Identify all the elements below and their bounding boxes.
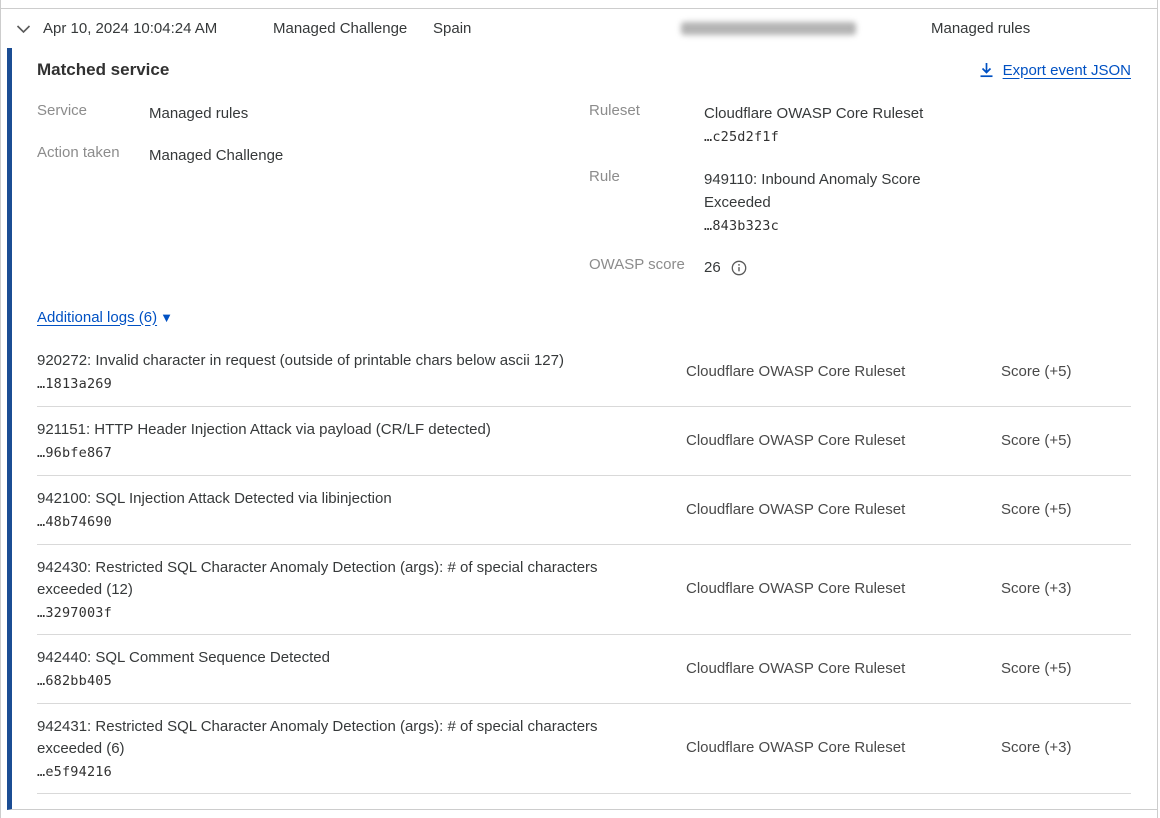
log-ruleset-name: Cloudflare OWASP Core Ruleset bbox=[686, 501, 1001, 518]
field-rule-label: Rule bbox=[589, 168, 704, 238]
caret-down-icon: ▼ bbox=[160, 310, 173, 325]
log-score: Score (+3) bbox=[1001, 580, 1131, 597]
log-rule-hash: …682bb405 bbox=[37, 673, 646, 689]
event-action: Managed Challenge bbox=[273, 20, 433, 37]
log-row: 920272: Invalid character in request (ou… bbox=[37, 338, 1131, 407]
firewall-event-container: Apr 10, 2024 10:04:24 AM Managed Challen… bbox=[0, 0, 1158, 818]
field-ruleset-label: Ruleset bbox=[589, 102, 704, 149]
field-rule: Rule 949110: Inbound Anomaly Score Excee… bbox=[589, 168, 1131, 238]
export-event-json-label: Export event JSON bbox=[1003, 62, 1131, 79]
log-rule-description: 921151: HTTP Header Injection Attack via… bbox=[37, 419, 637, 442]
field-owasp-score: OWASP score 26 bbox=[589, 256, 1131, 279]
field-rule-value: 949110: Inbound Anomaly Score Exceeded …… bbox=[704, 168, 954, 238]
event-service: Managed rules bbox=[931, 20, 1030, 37]
field-service-value: Managed rules bbox=[149, 102, 248, 125]
field-action-taken-label: Action taken bbox=[37, 144, 149, 167]
event-country: Spain bbox=[433, 20, 681, 37]
log-row: 942100: SQL Injection Attack Detected vi… bbox=[37, 476, 1131, 545]
rule-hash: …843b323c bbox=[704, 218, 779, 234]
field-service: Service Managed rules bbox=[37, 102, 589, 125]
log-row: 942430: Restricted SQL Character Anomaly… bbox=[37, 545, 1131, 635]
field-owasp-score-label: OWASP score bbox=[589, 256, 704, 279]
log-rule-hash: …e5f94216 bbox=[37, 764, 646, 780]
redacted-blur bbox=[681, 22, 856, 35]
chevron-down-icon bbox=[16, 24, 31, 34]
field-action-taken: Action taken Managed Challenge bbox=[37, 144, 589, 167]
log-ruleset-name: Cloudflare OWASP Core Ruleset bbox=[686, 739, 1001, 756]
additional-logs-label: Additional logs (6) bbox=[37, 309, 157, 326]
field-service-label: Service bbox=[37, 102, 149, 125]
additional-logs-table: 920272: Invalid character in request (ou… bbox=[37, 338, 1131, 794]
panel-title: Matched service bbox=[37, 60, 169, 80]
event-detail-panel: Matched service Export event JSON Servic… bbox=[7, 48, 1157, 810]
log-ruleset-name: Cloudflare OWASP Core Ruleset bbox=[686, 363, 1001, 380]
ruleset-hash: …c25d2f1f bbox=[704, 129, 779, 145]
log-row: 942431: Restricted SQL Character Anomaly… bbox=[37, 704, 1131, 794]
field-owasp-score-value: 26 bbox=[704, 256, 747, 279]
log-rule-description: 942430: Restricted SQL Character Anomaly… bbox=[37, 557, 637, 602]
log-score: Score (+5) bbox=[1001, 432, 1131, 449]
log-ruleset-name: Cloudflare OWASP Core Ruleset bbox=[686, 660, 1001, 677]
expand-collapse-toggle[interactable] bbox=[1, 24, 43, 34]
log-row: 921151: HTTP Header Injection Attack via… bbox=[37, 407, 1131, 476]
log-rule-description: 942100: SQL Injection Attack Detected vi… bbox=[37, 488, 637, 511]
log-rule-hash: …96bfe867 bbox=[37, 445, 646, 461]
log-ruleset-name: Cloudflare OWASP Core Ruleset bbox=[686, 432, 1001, 449]
log-row: 942440: SQL Comment Sequence Detected …6… bbox=[37, 635, 1131, 704]
log-ruleset-name: Cloudflare OWASP Core Ruleset bbox=[686, 580, 1001, 597]
log-rule-hash: …48b74690 bbox=[37, 514, 646, 530]
log-rule-description: 920272: Invalid character in request (ou… bbox=[37, 350, 637, 373]
log-rule-hash: …3297003f bbox=[37, 605, 646, 621]
log-rule-description: 942440: SQL Comment Sequence Detected bbox=[37, 647, 637, 670]
info-icon[interactable] bbox=[731, 259, 747, 276]
matched-service-left-fields: Service Managed rules Action taken Manag… bbox=[37, 102, 589, 299]
log-rule-description: 942431: Restricted SQL Character Anomaly… bbox=[37, 716, 637, 761]
rule-name: 949110: Inbound Anomaly Score Exceeded bbox=[704, 171, 921, 211]
ruleset-name: Cloudflare OWASP Core Ruleset bbox=[704, 105, 923, 122]
log-score: Score (+3) bbox=[1001, 739, 1131, 756]
log-score: Score (+5) bbox=[1001, 501, 1131, 518]
event-redacted-host bbox=[681, 22, 859, 35]
matched-service-right-fields: Ruleset Cloudflare OWASP Core Ruleset …c… bbox=[589, 102, 1131, 299]
log-score: Score (+5) bbox=[1001, 660, 1131, 677]
log-score: Score (+5) bbox=[1001, 363, 1131, 380]
field-ruleset: Ruleset Cloudflare OWASP Core Ruleset …c… bbox=[589, 102, 1131, 149]
download-icon bbox=[979, 62, 994, 78]
export-event-json-link[interactable]: Export event JSON bbox=[979, 62, 1131, 79]
additional-logs-toggle[interactable]: Additional logs (6) ▼ bbox=[37, 309, 173, 326]
event-summary-row[interactable]: Apr 10, 2024 10:04:24 AM Managed Challen… bbox=[1, 8, 1157, 48]
owasp-score-number: 26 bbox=[704, 256, 721, 279]
log-rule-hash: …1813a269 bbox=[37, 376, 646, 392]
field-ruleset-value: Cloudflare OWASP Core Ruleset …c25d2f1f bbox=[704, 102, 923, 149]
field-action-taken-value: Managed Challenge bbox=[149, 144, 283, 167]
event-timestamp: Apr 10, 2024 10:04:24 AM bbox=[43, 20, 273, 37]
